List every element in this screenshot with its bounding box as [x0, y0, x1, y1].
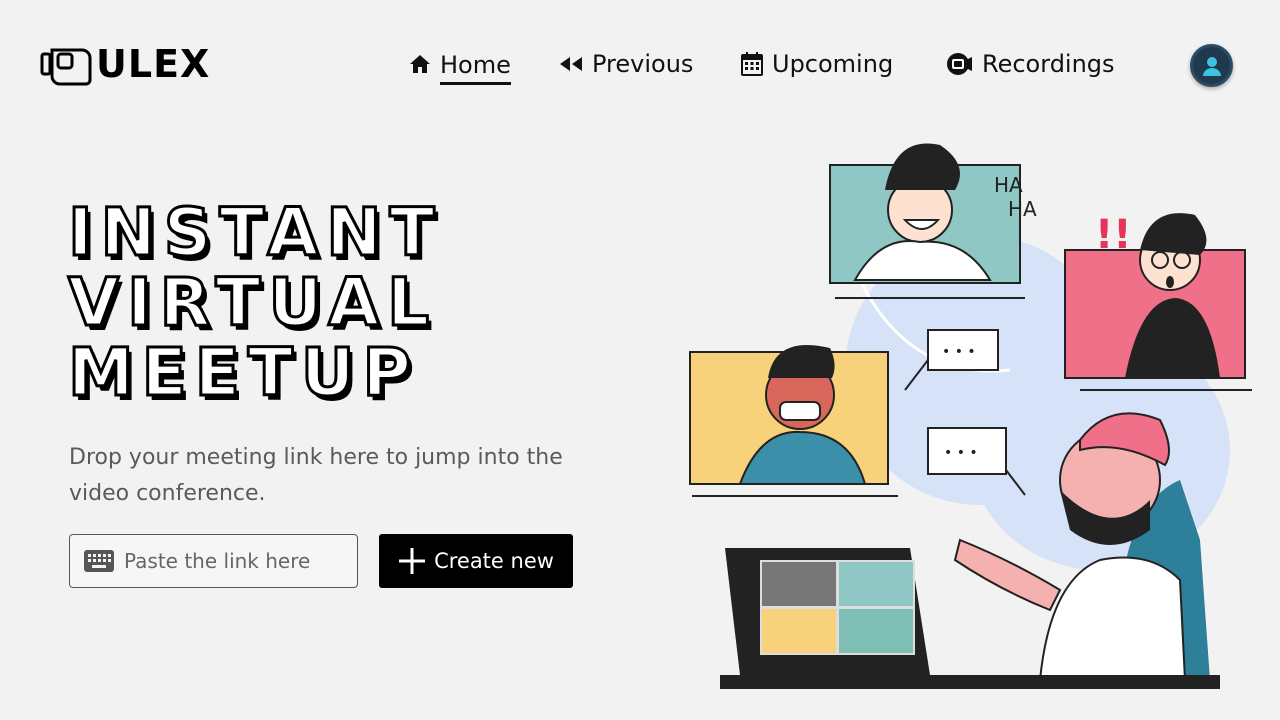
video-conference-illustration: HA HA !! • • • • • • [689, 143, 1252, 689]
nav-item-home[interactable]: Home [408, 44, 511, 85]
laugh-text-2: HA [1008, 197, 1037, 221]
nav-previous-label: Previous [592, 50, 694, 78]
user-avatar[interactable] [1190, 44, 1233, 87]
video-camera-icon [947, 53, 972, 75]
nav-item-previous[interactable]: Previous [558, 44, 693, 84]
hero-title-line-3: MEETUP [67, 334, 419, 411]
participant-tile-laughing [829, 143, 1025, 299]
user-icon [1202, 56, 1221, 76]
meeting-link-input[interactable] [124, 549, 344, 573]
create-new-label: Create new [434, 549, 554, 573]
participant-tile-grinning [689, 344, 898, 497]
chat-bubble-2-dots: • • • [944, 445, 978, 461]
page: ULEX Home Previous Upcoming Recordings I… [0, 0, 1280, 720]
exclaim-mark: !! [1095, 212, 1131, 258]
plus-icon [399, 548, 426, 574]
create-new-button[interactable]: Create new [379, 534, 573, 588]
laugh-text-1: HA [994, 173, 1023, 197]
hero-title-line-2: VIRTUAL [67, 264, 438, 341]
calendar-icon [741, 52, 763, 76]
nav-item-recordings[interactable]: Recordings [946, 44, 1115, 84]
nav-item-upcoming[interactable]: Upcoming [740, 44, 893, 84]
chat-bubble-1-dots: • • • [942, 344, 976, 360]
participant-tile-surprised [1064, 213, 1252, 391]
meeting-link-field[interactable] [69, 534, 358, 588]
keyboard-icon [84, 550, 114, 572]
hero-title: INSTANT VIRTUAL MEETUP [67, 194, 443, 411]
hero-description: Drop your meeting link here to jump into… [69, 445, 563, 506]
nav-upcoming-label: Upcoming [772, 50, 894, 78]
rewind-icon [560, 57, 582, 71]
nav-home-label: Home [440, 44, 511, 85]
home-icon [410, 55, 430, 73]
nav-recordings-label: Recordings [982, 50, 1115, 78]
hero-title-line-1: INSTANT [67, 194, 443, 271]
main-nav: Home Previous Upcoming Recordings [0, 44, 1280, 88]
